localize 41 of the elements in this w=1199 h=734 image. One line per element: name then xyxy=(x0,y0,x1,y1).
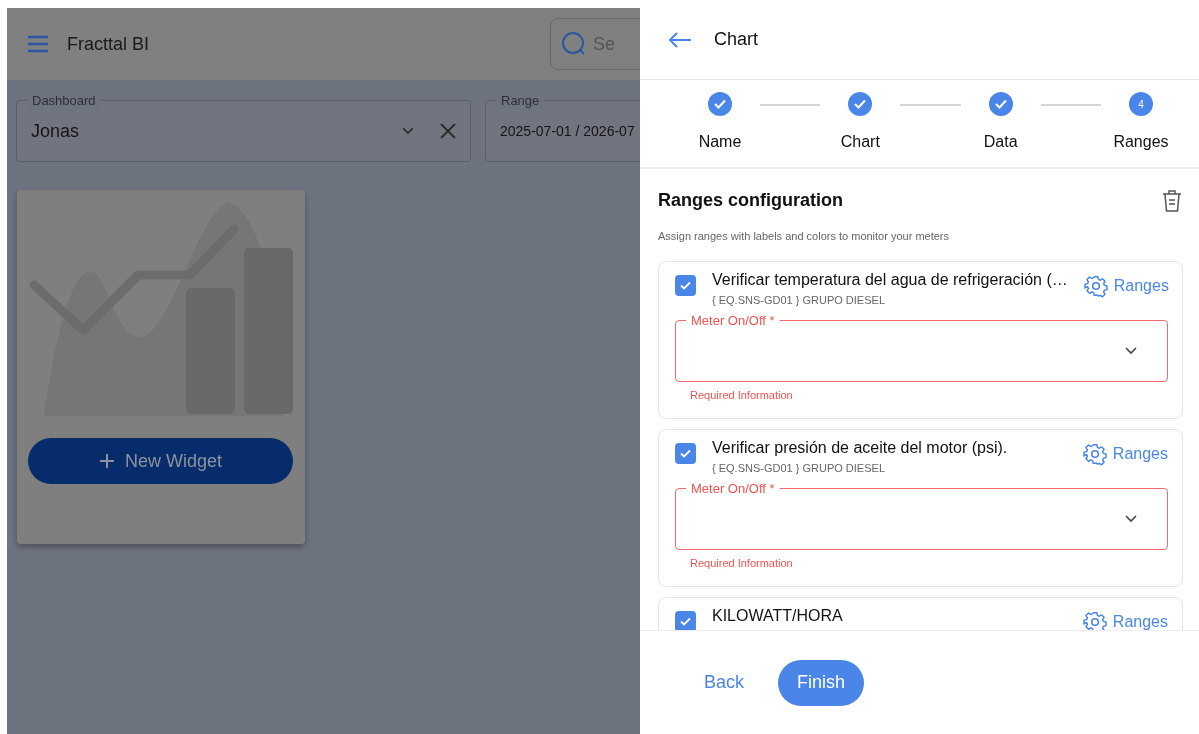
plus-icon xyxy=(99,453,115,469)
ranges-link[interactable]: Ranges xyxy=(1082,441,1168,466)
section-title: Ranges configuration xyxy=(658,189,843,212)
check-icon xyxy=(680,280,691,290)
checkbox[interactable] xyxy=(675,610,696,630)
gear-icon xyxy=(1082,441,1107,466)
check-icon xyxy=(680,448,691,458)
close-icon[interactable] xyxy=(440,123,456,139)
step-label: Data xyxy=(983,132,1018,152)
step-number: 4 xyxy=(1129,92,1153,116)
meter-title: Verificar presión de aceite del motor (psi). xyxy=(712,437,1008,458)
gear-icon xyxy=(1082,609,1107,630)
ranges-link[interactable]: Ranges xyxy=(1082,609,1168,630)
step-label: Ranges xyxy=(1113,132,1169,152)
finish-button[interactable]: Finish xyxy=(778,659,865,706)
panel-title: Chart xyxy=(714,28,758,51)
error-message: Required Information xyxy=(690,556,794,571)
meter-title: KILOWATT/HORA xyxy=(712,605,843,626)
section-hint: Assign ranges with labels and colors to monitor your meters xyxy=(658,229,951,244)
ranges-link[interactable]: Ranges xyxy=(1083,273,1169,298)
checkbox[interactable] xyxy=(675,274,696,296)
trash-icon[interactable] xyxy=(1161,188,1183,213)
back-arrow-icon[interactable] xyxy=(668,30,692,49)
app-title: Fracttal BI xyxy=(67,32,150,56)
meter-subtitle: { EQ.SNS-GD01 } GRUPO DIESEL xyxy=(712,460,886,476)
gear-icon xyxy=(1083,273,1108,298)
new-widget-button[interactable]: New Widget xyxy=(28,438,293,484)
step-label: Name xyxy=(698,132,742,152)
meter-title: Verificar temperatura del agua de refrigeración (… xyxy=(712,269,1068,290)
menu-icon[interactable] xyxy=(27,35,49,53)
search-icon xyxy=(561,31,587,57)
chevron-down-icon[interactable] xyxy=(1125,347,1137,355)
checkbox[interactable] xyxy=(675,442,696,464)
error-message: Required Information xyxy=(690,388,794,403)
chevron-down-icon[interactable] xyxy=(1125,515,1137,523)
check-icon xyxy=(680,616,691,626)
back-button[interactable]: Back xyxy=(686,659,763,706)
field-value: 2025-07-01 / 2026-07 xyxy=(500,121,635,141)
meter-subtitle: { EQ.SNS-GD01 } GRUPO DIESEL xyxy=(712,292,886,308)
step-label: Chart xyxy=(840,132,880,152)
field-value: Jonas xyxy=(31,119,80,143)
